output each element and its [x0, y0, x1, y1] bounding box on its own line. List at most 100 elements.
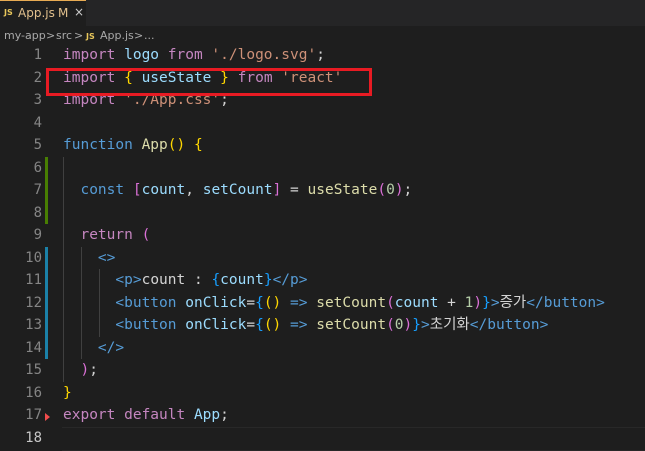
line-number: 4: [33, 114, 42, 131]
code-token: 0: [394, 317, 404, 333]
line-number: 3: [33, 92, 42, 108]
code-token: >: [421, 317, 430, 333]
current-line-highlight: [62, 426, 645, 451]
line-number: 15: [25, 362, 42, 378]
code-token: ;: [220, 407, 229, 423]
code-token: 증가: [499, 294, 527, 311]
code-token: count: [220, 272, 264, 288]
code-line[interactable]: 16}: [0, 382, 645, 405]
code-token: </button>: [469, 317, 549, 333]
code-token: (: [141, 227, 151, 243]
line-number: 11: [25, 272, 42, 288]
code-text: return (: [63, 224, 150, 247]
javascript-file-icon: JS: [86, 32, 95, 41]
code-line[interactable]: 8: [0, 202, 645, 225]
code-token: () {: [167, 137, 203, 153]
code-token: count: [394, 294, 439, 311]
code-token: App: [141, 137, 168, 153]
code-token: <p>: [115, 272, 142, 288]
line-number: 16: [25, 384, 42, 401]
indent-guide: [63, 156, 64, 382]
code-line[interactable]: 1 import logo from './logo.svg';: [0, 44, 645, 67]
code-token: 0: [386, 182, 395, 198]
line-number: 12: [25, 294, 42, 311]
code-line[interactable]: 6: [0, 157, 645, 180]
code-line[interactable]: 13 <button onClick={() => setCount(0)}>초…: [0, 314, 645, 337]
code-token: =>: [290, 294, 317, 311]
code-line[interactable]: 11 <p>count : {count}</p>: [0, 269, 645, 292]
code-line[interactable]: 15 );: [0, 359, 645, 382]
code-line[interactable]: 12 <button onClick={() => setCount(count…: [0, 292, 645, 315]
code-token: from: [167, 47, 212, 63]
code-token: }: [482, 294, 491, 311]
line-number: 5: [33, 137, 42, 153]
code-token: ]: [272, 182, 282, 198]
code-line[interactable]: 5 function App() {: [0, 134, 645, 157]
git-modified-indicator[interactable]: [45, 246, 48, 359]
code-token: [: [132, 182, 142, 198]
code-token: App: [193, 407, 221, 423]
code-token: onClick: [185, 294, 247, 311]
code-token: (: [386, 317, 395, 333]
breadcrumb: my-app > src > JS App.js > ...: [0, 26, 645, 46]
breadcrumb-separator: >: [46, 29, 56, 42]
indent-guide: [81, 246, 83, 359]
code-token: (: [377, 182, 387, 198]
code-text: import logo from './logo.svg';: [63, 44, 325, 67]
code-line[interactable]: 9 return (: [0, 224, 645, 247]
code-token: ;: [316, 47, 325, 63]
code-line[interactable]: 7 const [count, setCount] = useState(0);: [0, 179, 645, 202]
code-line[interactable]: 10 <>: [0, 247, 645, 270]
code-line[interactable]: 17 export default App;: [0, 404, 645, 427]
breadcrumb-item-src[interactable]: src: [56, 29, 72, 42]
code-text: const [count, setCount] = useState(0);: [63, 179, 412, 202]
code-token: {: [255, 317, 264, 333]
code-text: );: [63, 359, 98, 382]
code-line[interactable]: 4: [0, 112, 645, 135]
code-token: }: [63, 384, 72, 401]
code-text: <>: [63, 247, 115, 270]
highlight-box: [46, 68, 372, 96]
code-token: useState: [307, 182, 378, 198]
code-token: {: [255, 294, 264, 311]
code-text: export default App;: [63, 404, 229, 427]
tab-app-js[interactable]: JS App.js M ×: [0, 0, 86, 26]
code-editor[interactable]: 1 import logo from './logo.svg'; 2 import {…: [0, 44, 645, 451]
git-deleted-indicator[interactable]: [45, 413, 50, 421]
code-token: export: [63, 407, 125, 423]
code-token: }: [263, 272, 273, 288]
line-number: 2: [33, 69, 42, 86]
code-text: <button onClick={() => setCount(count + …: [63, 292, 605, 315]
line-number: 7: [33, 182, 42, 198]
code-token: <button: [115, 294, 186, 311]
code-token: =: [246, 317, 256, 333]
code-text: <button onClick={() => setCount(0)}>초기화<…: [63, 314, 548, 337]
breadcrumb-item-app-js[interactable]: App.js: [100, 29, 134, 42]
code-token: return: [80, 227, 142, 243]
code-token: const: [80, 182, 133, 198]
code-token: ;: [89, 362, 98, 378]
code-token: ,: [185, 182, 203, 198]
code-token: <button: [115, 317, 186, 333]
code-token: }: [412, 317, 421, 333]
code-line[interactable]: 14 </>: [0, 337, 645, 360]
breadcrumb-item-my-app[interactable]: my-app: [4, 29, 46, 42]
code-token: setCount: [316, 294, 387, 311]
close-icon[interactable]: ×: [74, 5, 84, 19]
code-token: </button>: [526, 294, 605, 311]
line-number: 8: [33, 204, 42, 221]
line-number: 9: [33, 227, 42, 243]
code-token: >: [490, 294, 500, 311]
line-number: 17: [25, 407, 42, 423]
code-token: <>: [97, 249, 116, 266]
line-number: 10: [25, 249, 42, 266]
breadcrumb-item-symbols[interactable]: ...: [144, 29, 155, 42]
code-token: ): [394, 182, 404, 198]
git-added-indicator[interactable]: [45, 156, 48, 224]
tab-file-name: App.js: [18, 6, 55, 20]
